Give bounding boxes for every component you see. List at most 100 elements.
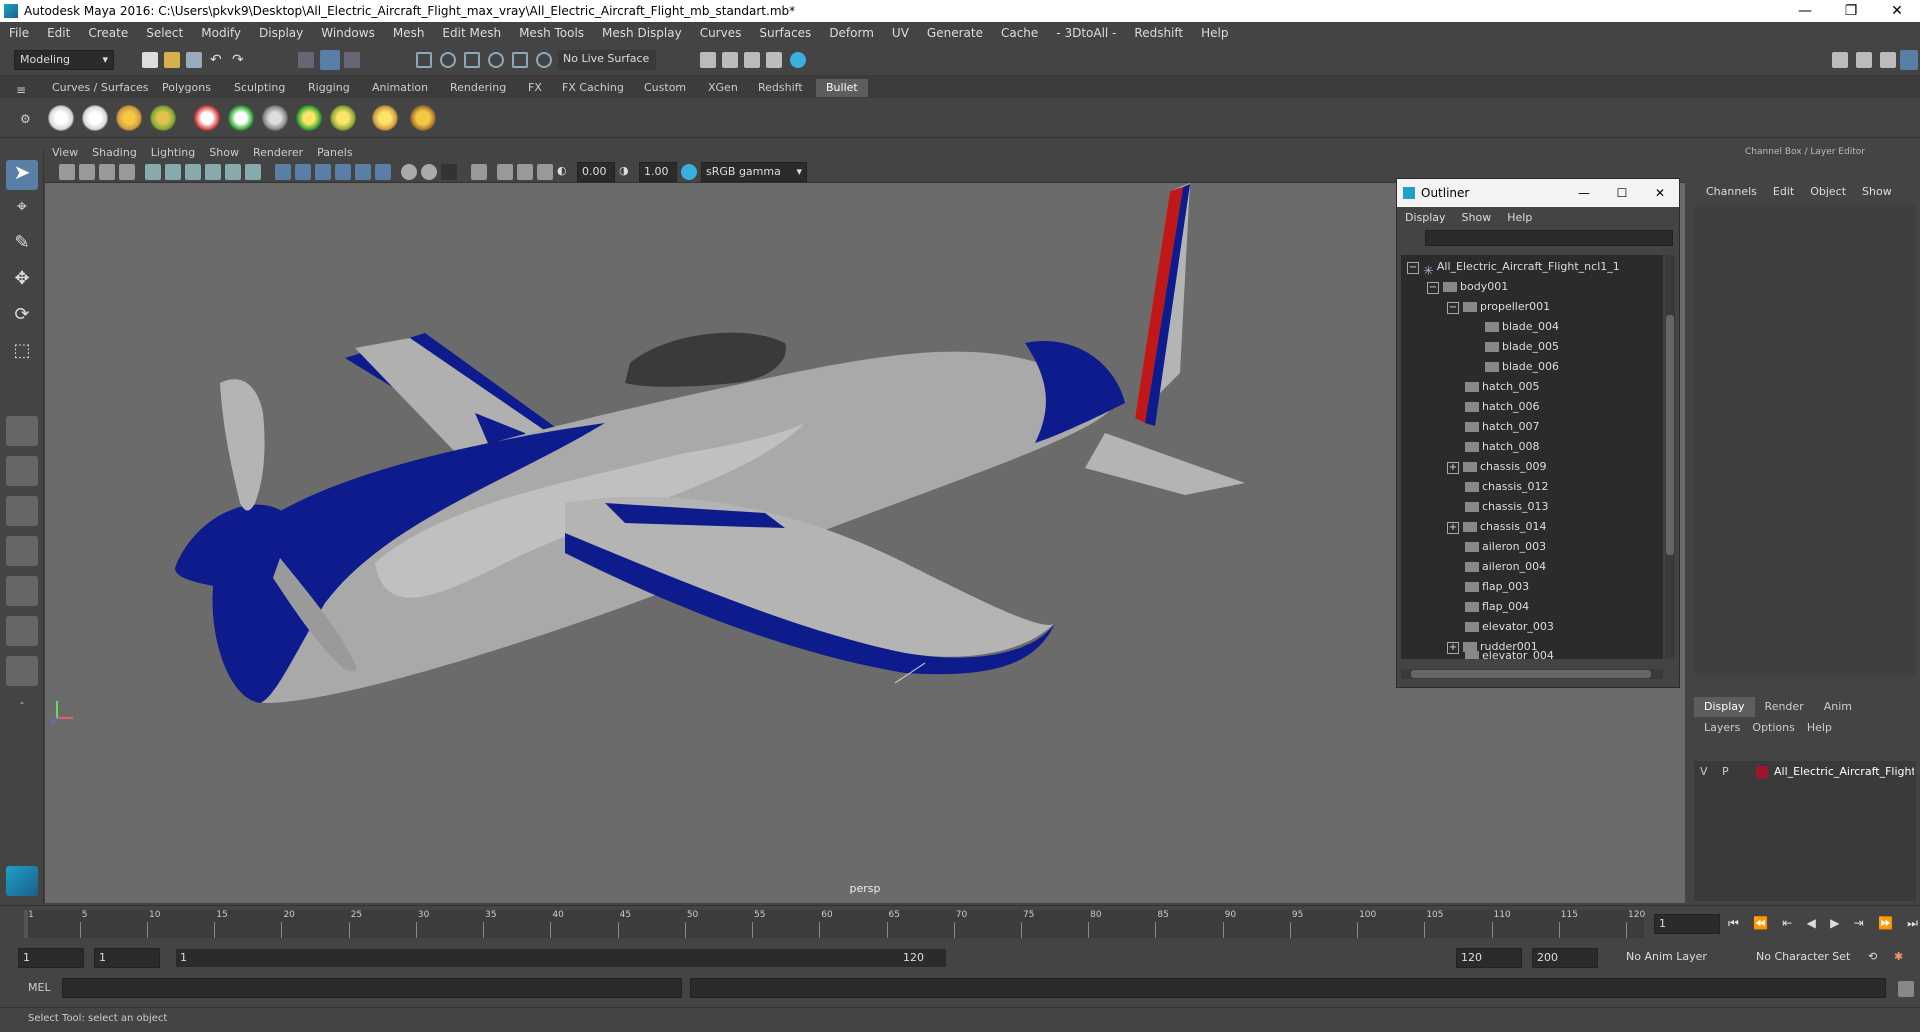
snap-curve-icon[interactable] (440, 52, 456, 68)
stacked-layout-icon[interactable] (6, 536, 38, 566)
close-button[interactable]: ✕ (1874, 3, 1920, 19)
expand-icon[interactable]: + (1447, 642, 1459, 654)
step-forward-icon[interactable]: ⏩ (1878, 916, 1893, 931)
outliner-scroll-thumb[interactable] (1666, 315, 1674, 555)
camera-select-icon[interactable] (59, 164, 75, 180)
shadows-icon[interactable] (375, 164, 391, 180)
bullet-select-icon[interactable] (410, 104, 436, 132)
snap-point-icon[interactable] (464, 52, 480, 68)
step-back-icon[interactable]: ⏪ (1753, 916, 1768, 931)
grid-toggle-icon[interactable] (145, 164, 161, 180)
script-editor-icon[interactable] (1898, 981, 1914, 997)
tool-settings-icon[interactable] (1880, 52, 1896, 68)
layer-visibility-toggle[interactable]: V (1700, 763, 1708, 781)
camera-attributes-icon[interactable] (79, 164, 95, 180)
wireframe-on-shaded-icon[interactable] (315, 164, 331, 180)
anim-layer-select[interactable]: No Anim Layer (1622, 948, 1740, 968)
layer-menu-options[interactable]: Options (1746, 721, 1800, 734)
select-component-icon[interactable] (344, 52, 360, 68)
shelf-tab-sculpting[interactable]: Sculpting (224, 79, 295, 97)
paint-select-tool-icon[interactable]: ✎ (6, 232, 38, 262)
menu-cache[interactable]: Cache (992, 26, 1047, 40)
outliner-menu-show[interactable]: Show (1454, 211, 1500, 224)
snap-grid-icon[interactable] (416, 52, 432, 68)
bullet-soft-body-icon[interactable] (150, 104, 176, 132)
cb-menu-show[interactable]: Show (1854, 185, 1900, 198)
tree-item-blade-006[interactable]: blade_006 (1485, 357, 1559, 377)
tree-item-chassis-013[interactable]: chassis_013 (1465, 497, 1549, 517)
outliner-layout-icon[interactable] (6, 576, 38, 606)
tree-item-aileron-004[interactable]: aileron_004 (1465, 557, 1546, 577)
current-frame-field[interactable]: 1 (1654, 914, 1720, 934)
menu-edit[interactable]: Edit (38, 26, 79, 40)
redo-icon[interactable]: ↷ (232, 52, 248, 68)
smooth-shade-icon[interactable] (295, 164, 311, 180)
tree-item-hatch-007[interactable]: hatch_007 (1465, 417, 1540, 437)
shelf-tab-xgen[interactable]: XGen (698, 79, 748, 97)
bullet-skeleton-icon[interactable] (330, 104, 356, 132)
color-management-icon[interactable] (681, 164, 697, 180)
menu-surfaces[interactable]: Surfaces (750, 26, 820, 40)
vp-menu-view[interactable]: View (45, 146, 85, 159)
current-time-marker[interactable] (24, 910, 28, 938)
step-forward-key-icon[interactable]: ⇥ (1854, 916, 1864, 931)
menu-3dtoall[interactable]: - 3DtoAll - (1047, 26, 1125, 40)
tree-item-elevator-004[interactable]: elevator_004 (1465, 651, 1554, 659)
select-hierarchy-icon[interactable] (298, 52, 314, 68)
four-pane-layout-icon[interactable] (6, 456, 38, 486)
time-slider[interactable]: 1 5 10 15 20 25 30 35 40 45 50 55 60 65 70 75 80 85 90 95 10… (0, 905, 1920, 943)
outliner-window[interactable]: Outliner — ☐ ✕ Display Show Help − ✳ All_E… (1396, 178, 1680, 688)
collapse-icon[interactable]: − (1447, 302, 1459, 314)
color-space-select[interactable]: sRGB gamma ▾ (701, 162, 807, 182)
hypershade-icon[interactable] (790, 52, 806, 68)
cb-menu-edit[interactable]: Edit (1765, 185, 1802, 198)
shelf-settings-gear-icon[interactable]: ⚙ (20, 112, 36, 128)
layer-color-swatch[interactable] (1756, 766, 1768, 778)
playback-start-field[interactable]: 1 (94, 948, 160, 968)
shelf-tab-fx-caching[interactable]: FX Caching (552, 79, 634, 97)
shelf-tab-redshift[interactable]: Redshift (748, 79, 813, 97)
layer-tab-anim[interactable]: Anim (1814, 697, 1862, 717)
tree-item-blade-005[interactable]: blade_005 (1485, 337, 1559, 357)
menu-generate[interactable]: Generate (918, 26, 992, 40)
bullet-active-rigid-body-icon[interactable] (48, 104, 74, 132)
snap-live-icon[interactable] (536, 52, 552, 68)
go-to-start-icon[interactable]: ⏮ (1728, 916, 1739, 931)
tree-item-aileron-003[interactable]: aileron_003 (1465, 537, 1546, 557)
range-bar[interactable]: 1 120 (176, 949, 946, 967)
vp-menu-renderer[interactable]: Renderer (246, 146, 310, 159)
render-region-icon[interactable] (700, 52, 716, 68)
mode-selector[interactable]: Modeling ▾ (14, 50, 114, 70)
menu-select[interactable]: Select (137, 26, 192, 40)
tree-item-blade-004[interactable]: blade_004 (1485, 317, 1559, 337)
tree-item-root[interactable]: − ✳ All_Electric_Aircraft_Flight_ncl1_1 (1407, 257, 1620, 279)
layer-tab-render[interactable]: Render (1755, 697, 1814, 717)
menu-curves[interactable]: Curves (691, 26, 751, 40)
outliner-tree[interactable]: − ✳ All_Electric_Aircraft_Flight_ncl1_1 − b… (1401, 255, 1663, 659)
use-all-lights-icon[interactable] (355, 164, 371, 180)
tree-item-hatch-006[interactable]: hatch_006 (1465, 397, 1540, 417)
anti-aliasing-icon[interactable] (441, 164, 457, 180)
expand-icon[interactable]: + (1447, 462, 1459, 474)
layout-options-icon[interactable]: - (6, 696, 38, 726)
xray-components-icon[interactable] (537, 164, 553, 180)
tree-item-flap-004[interactable]: flap_004 (1465, 597, 1529, 617)
textured-icon[interactable] (335, 164, 351, 180)
minimize-button[interactable]: — (1782, 3, 1828, 19)
shelf-tab-custom[interactable]: Custom (634, 79, 696, 97)
persp-graph-layout-icon[interactable] (6, 656, 38, 686)
tree-item-chassis-012[interactable]: chassis_012 (1465, 477, 1549, 497)
menu-help[interactable]: Help (1192, 26, 1237, 40)
render-settings-icon[interactable] (766, 52, 782, 68)
play-backward-icon[interactable]: ◀ (1807, 916, 1816, 931)
auto-key-icon[interactable]: ⟲ (1868, 950, 1884, 966)
vp-menu-panels[interactable]: Panels (310, 146, 359, 159)
menu-uv[interactable]: UV (883, 26, 918, 40)
menu-mesh-tools[interactable]: Mesh Tools (510, 26, 593, 40)
layer-list[interactable]: V P All_Electric_Aircraft_Flight (1694, 761, 1916, 901)
bullet-rigid-set-icon[interactable] (116, 104, 142, 132)
layer-menu-help[interactable]: Help (1801, 721, 1838, 734)
open-scene-icon[interactable] (164, 52, 180, 68)
outliner-maximize-icon[interactable]: ☐ (1603, 186, 1641, 200)
shelf-tab-rigging[interactable]: Rigging (298, 79, 360, 97)
